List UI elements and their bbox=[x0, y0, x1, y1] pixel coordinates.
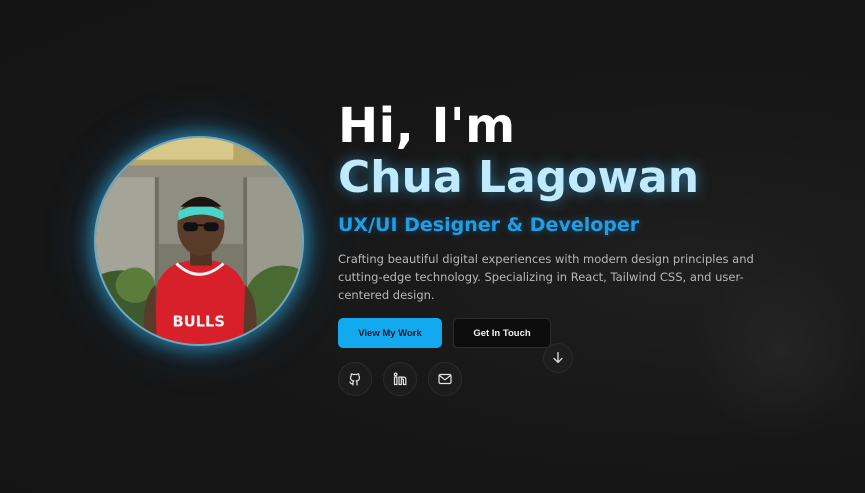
github-link[interactable] bbox=[338, 362, 372, 396]
role-subtitle: UX/UI Designer & Developer bbox=[338, 214, 640, 236]
arrow-down-icon bbox=[553, 352, 563, 364]
profile-photo: BULLS bbox=[96, 138, 302, 344]
github-icon bbox=[349, 373, 361, 386]
get-in-touch-button[interactable]: Get In Touch bbox=[453, 318, 551, 348]
hero-content: Hi, I'm Chua Lagowan UX/UI Designer & De… bbox=[338, 100, 778, 348]
bio-text: Crafting beautiful digital experiences w… bbox=[338, 252, 754, 302]
name-heading: Chua Lagowan bbox=[338, 152, 700, 203]
view-my-work-button[interactable]: View My Work bbox=[338, 318, 442, 348]
mail-icon bbox=[438, 373, 452, 385]
scroll-down-button[interactable] bbox=[543, 343, 573, 373]
greeting-heading: Hi, I'm bbox=[338, 98, 516, 154]
social-links bbox=[338, 362, 462, 396]
hero-section: BULLS Hi, I'm Chua Lagowan UX/UI Designe… bbox=[0, 0, 865, 493]
email-link[interactable] bbox=[428, 362, 462, 396]
profile-avatar: BULLS bbox=[94, 136, 304, 346]
linkedin-link[interactable] bbox=[383, 362, 417, 396]
svg-text:BULLS: BULLS bbox=[173, 313, 225, 330]
linkedin-icon bbox=[393, 372, 407, 386]
